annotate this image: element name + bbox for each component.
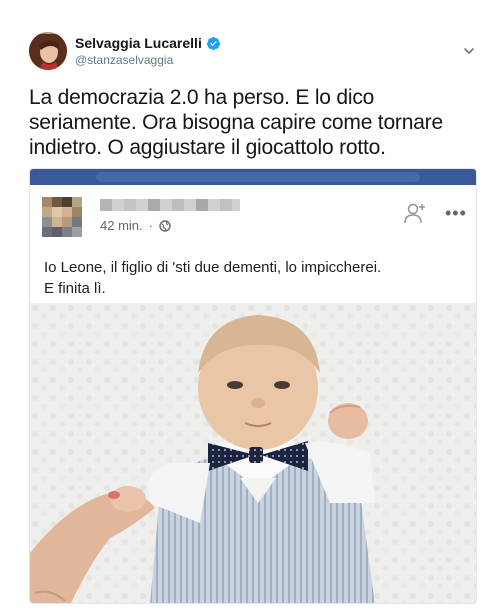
post-text: Io Leone, il figlio di 'sti due dementi,…: [44, 257, 464, 299]
baby-photo: [30, 303, 476, 603]
add-friend-icon[interactable]: [403, 201, 427, 225]
facebook-search-bar: [96, 172, 420, 182]
more-options-icon[interactable]: •••: [445, 203, 467, 224]
display-name[interactable]: Selvaggia Lucarelli: [75, 35, 202, 51]
globe-icon: [159, 219, 171, 232]
facebook-header-bar: [30, 169, 476, 185]
user-handle[interactable]: @stanzaselvaggia: [75, 53, 173, 67]
blurred-name: [100, 199, 240, 211]
verified-badge-icon: [206, 36, 220, 50]
post-text-line-1: Io Leone, il figlio di 'sti due dementi,…: [44, 259, 382, 276]
post-time: 42 min.: [100, 218, 143, 233]
tweet-media-image[interactable]: 42 min. · ••• Io Leone, il figlio di 'st…: [29, 168, 477, 604]
time-separator: ·: [148, 218, 153, 233]
tweet-card: Selvaggia Lucarelli @stanzaselvaggia La …: [0, 0, 503, 611]
blurred-avatar: [42, 197, 82, 237]
post-timestamp: 42 min. ·: [100, 218, 171, 233]
post-text-line-2: E finita lì.: [44, 280, 106, 297]
name-row: Selvaggia Lucarelli: [75, 35, 221, 51]
chevron-down-icon[interactable]: [462, 44, 476, 58]
tweet-text: La democrazia 2.0 ha perso. E lo dico se…: [29, 86, 443, 159]
avatar[interactable]: [29, 32, 67, 70]
facebook-post: 42 min. · ••• Io Leone, il figlio di 'st…: [30, 185, 476, 303]
